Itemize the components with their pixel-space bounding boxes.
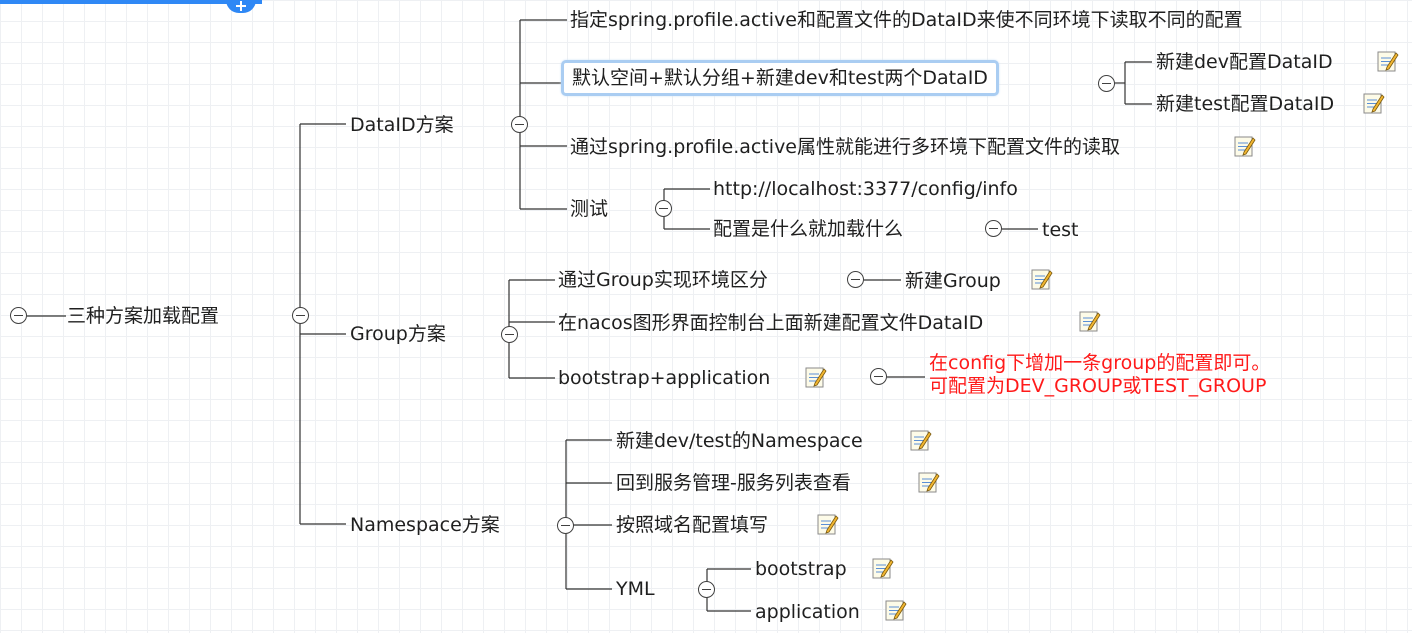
topic-d4a-url[interactable]: http://localhost:3377/config/info [713, 177, 1018, 201]
note-icon[interactable] [870, 556, 894, 580]
topic-n3[interactable]: 按照域名配置填写 [616, 513, 768, 537]
note-icon[interactable] [1232, 134, 1256, 158]
topic-n4-yml[interactable]: YML [616, 577, 655, 601]
mindmap-canvas[interactable]: 三种方案加载配置 DataID方案 Group方案 Namespace方案 指定… [0, 0, 1412, 633]
note-icon[interactable] [1375, 49, 1399, 73]
collapse-icon-test[interactable] [655, 200, 672, 217]
collapse-icon-root[interactable] [10, 307, 27, 324]
note-icon[interactable] [815, 512, 839, 536]
topic-n2[interactable]: 回到服务管理-服务列表查看 [616, 471, 851, 495]
collapse-icon-d4b[interactable] [985, 220, 1002, 237]
topic-g3a-note[interactable]: 在config下增加一条group的配置即可。 可配置为DEV_GROUP或TE… [929, 352, 1270, 398]
collapse-icon-dataid[interactable] [511, 116, 528, 133]
topic-g2[interactable]: 在nacos图形界面控制台上面新建配置文件DataID [558, 311, 983, 335]
topic-d1[interactable]: 指定spring.profile.active和配置文件的DataID来使不同环… [570, 8, 1243, 32]
collapse-icon-g3[interactable] [870, 368, 887, 385]
topic-d2-selected[interactable]: 默认空间+默认分组+新建dev和test两个DataID [561, 60, 999, 96]
topic-namespace-scheme[interactable]: Namespace方案 [350, 513, 500, 537]
note-line-2: 可配置为DEV_GROUP或TEST_GROUP [929, 375, 1267, 397]
topic-n4a[interactable]: bootstrap [755, 557, 847, 581]
topic-d4-test[interactable]: 测试 [570, 197, 608, 221]
topic-g1[interactable]: 通过Group实现环境区分 [558, 268, 768, 292]
topic-d3[interactable]: 通过spring.profile.active属性就能进行多环境下配置文件的读取 [570, 135, 1120, 159]
topic-d4b1[interactable]: test [1042, 218, 1079, 242]
topic-n4b[interactable]: application [755, 600, 860, 624]
note-icon[interactable] [883, 598, 907, 622]
collapse-icon-namespace[interactable] [557, 517, 574, 534]
note-icon[interactable] [1361, 91, 1385, 115]
note-icon[interactable] [908, 428, 932, 452]
note-line-1: 在config下增加一条group的配置即可。 [929, 352, 1271, 374]
collapse-icon-root-children[interactable] [292, 307, 309, 324]
note-icon[interactable] [1029, 267, 1053, 291]
collapse-icon-d2[interactable] [1098, 75, 1115, 92]
topic-d2a[interactable]: 新建dev配置DataID [1156, 50, 1333, 74]
topic-n1[interactable]: 新建dev/test的Namespace [616, 429, 863, 453]
topic-d2b[interactable]: 新建test配置DataID [1156, 92, 1334, 116]
note-icon[interactable] [803, 365, 827, 389]
topic-g3[interactable]: bootstrap+application [558, 366, 770, 390]
topic-g1a[interactable]: 新建Group [905, 269, 1001, 293]
collapse-icon-g1[interactable] [847, 271, 864, 288]
root-topic[interactable]: 三种方案加载配置 [67, 304, 219, 328]
collapse-icon-group[interactable] [501, 326, 518, 343]
note-icon[interactable] [1077, 309, 1101, 333]
topic-d4b[interactable]: 配置是什么就加载什么 [713, 217, 903, 241]
topic-dataid-scheme[interactable]: DataID方案 [350, 113, 454, 137]
note-icon[interactable] [916, 470, 940, 494]
collapse-icon-yml[interactable] [698, 581, 715, 598]
topic-group-scheme[interactable]: Group方案 [350, 322, 446, 346]
